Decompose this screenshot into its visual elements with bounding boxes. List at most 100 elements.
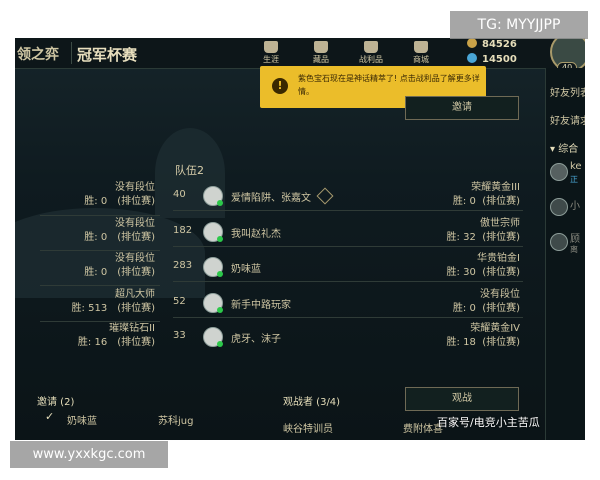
friend-name[interactable]: 顾 xyxy=(570,230,580,245)
wins-label: 胜: 0 xyxy=(452,303,476,314)
spectate-button[interactable]: 观战 xyxy=(405,387,519,411)
team2-player-row[interactable]: 283 奶味蓝 华贵铂金I 胜: 30 (排位赛) xyxy=(173,252,523,282)
row-divider xyxy=(40,285,160,286)
wins-line: 胜: 16 (排位赛) xyxy=(40,336,155,350)
queue-label: (排位赛) xyxy=(482,267,520,278)
team-2-title: 队伍2 xyxy=(175,164,204,177)
player-avatar xyxy=(203,257,223,277)
wins-label: 胜: 0 xyxy=(452,196,476,207)
riot-points-amount: 14500 xyxy=(482,54,517,65)
queue-label: (排位赛) xyxy=(482,303,520,314)
player-rank-block: 荣耀黄金III 胜: 0 (排位赛) xyxy=(453,181,520,209)
player-name: 虎牙、沫子 xyxy=(231,334,281,345)
row-divider xyxy=(173,317,523,318)
team2-player-row[interactable]: 40 爱情陷阱、张嘉文 荣耀黄金III 胜: 0 (排位赛) xyxy=(173,181,523,211)
nav-collection-label: 藏品 xyxy=(313,55,329,64)
player-avatar xyxy=(203,293,223,313)
team2-player-row[interactable]: 33 虎牙、沫子 荣耀黄金IV 胜: 18 (排位赛) xyxy=(173,322,523,352)
game-client-window: 领之弈 冠军杯赛 生涯 藏品 战利品 商城 84526 14500 40 ! 紫… xyxy=(15,38,585,440)
queue-label: (排位赛) xyxy=(482,337,520,348)
queue-label: (排位赛) xyxy=(117,337,155,348)
player-rank-block: 荣耀黄金IV 胜: 18 (排位赛) xyxy=(447,322,520,350)
tooltip-message: 紫色宝石现在是神话精萃了! 点击战利品了解更多详情。 xyxy=(298,74,480,96)
rank-label: 超凡大师 xyxy=(115,289,155,300)
rank-label: 傲世宗师 xyxy=(480,218,520,229)
nav-career[interactable]: 生涯 xyxy=(247,38,295,68)
wins-line: 胜: 0 (排位赛) xyxy=(40,231,155,245)
invites-header: 邀请 (2) xyxy=(37,397,75,408)
wins-label: 胜: 32 xyxy=(446,232,476,243)
friend-avatar[interactable] xyxy=(550,198,568,216)
player-rank-block: 没有段位 胜: 0 (排位赛) xyxy=(453,288,520,316)
queue-label: (排位赛) xyxy=(482,232,520,243)
friend-status: 离 xyxy=(570,245,578,254)
player-level: 52 xyxy=(173,296,186,307)
nav-career-label: 生涯 xyxy=(263,55,279,64)
wins-line: 胜: 0 (排位赛) xyxy=(40,266,155,280)
store-icon xyxy=(414,41,428,53)
blue-essence-amount: 84526 xyxy=(482,39,517,50)
nav-store-label: 商城 xyxy=(413,55,429,64)
blue-essence-display[interactable]: 84526 xyxy=(467,38,517,50)
wins-line: 胜: 513 (排位赛) xyxy=(40,302,155,316)
page-title: 冠军杯赛 xyxy=(77,46,138,64)
friend-name[interactable]: 小 xyxy=(570,197,580,212)
queue-label: (排位赛) xyxy=(117,267,155,278)
player-name: 爱情陷阱、张嘉文 xyxy=(231,193,311,204)
nav-store[interactable]: 商城 xyxy=(397,38,445,68)
rank-label: 璀璨钻石II xyxy=(109,323,155,334)
rank-label: 荣耀黄金IV xyxy=(470,323,520,334)
title-divider xyxy=(71,42,72,64)
friend-requests-header[interactable]: 好友请求 xyxy=(550,112,585,127)
player-avatar xyxy=(203,222,223,242)
invite-entry[interactable]: 苏科jug xyxy=(158,412,193,427)
watermark-url: www.yxxkgc.com xyxy=(10,441,168,468)
player-name: 新手中路玩家 xyxy=(231,300,291,311)
team2-player-row[interactable]: 52 新手中路玩家 没有段位 胜: 0 (排位赛) xyxy=(173,288,523,318)
friend-avatar[interactable] xyxy=(550,233,568,251)
player-level: 40 xyxy=(173,189,186,200)
team1-player-rank-5: 璀璨钻石II 胜: 16 (排位赛) xyxy=(40,322,155,350)
group-header[interactable]: ▾ 综合 xyxy=(550,140,578,155)
row-divider xyxy=(173,210,523,211)
team1-player-rank-1: 没有段位 胜: 0 (排位赛) xyxy=(40,181,155,209)
row-divider xyxy=(40,215,160,216)
riot-points-display[interactable]: 14500 xyxy=(467,53,517,65)
wins-label: 胜: 0 xyxy=(84,232,108,243)
friend-avatar[interactable] xyxy=(550,163,568,181)
watermark-telegram: TG: MYYJJPP xyxy=(450,11,588,39)
player-level: 33 xyxy=(173,330,186,341)
nav-loot[interactable]: 战利品 xyxy=(347,38,395,68)
watermark-baijiahao: 百家号/电竞小主苦瓜 xyxy=(437,416,540,429)
friends-list-header[interactable]: 好友列表 xyxy=(550,84,585,99)
wins-label: 胜: 30 xyxy=(446,267,476,278)
queue-label: (排位赛) xyxy=(482,196,520,207)
player-rank-block: 华贵铂金I 胜: 30 (排位赛) xyxy=(447,252,520,280)
row-divider xyxy=(40,250,160,251)
warning-icon: ! xyxy=(272,78,288,94)
social-panel: 好友列表 好友请求 ▾ 综合 ke 正 小 顾 离 xyxy=(545,68,585,440)
invite-entry[interactable]: 奶味蓝 xyxy=(67,412,97,427)
row-divider xyxy=(173,246,523,247)
player-level: 283 xyxy=(173,260,193,271)
rank-label: 没有段位 xyxy=(480,289,520,300)
riot-points-icon xyxy=(467,53,477,63)
row-divider xyxy=(173,281,523,282)
rank-label: 没有段位 xyxy=(115,253,155,264)
mode-title-partial: 领之弈 xyxy=(17,47,59,63)
team1-player-rank-4: 超凡大师 胜: 513 (排位赛) xyxy=(40,288,155,316)
player-name: 奶味蓝 xyxy=(231,264,261,275)
nav-collection[interactable]: 藏品 xyxy=(297,38,345,68)
player-level: 182 xyxy=(173,225,193,236)
friend-name[interactable]: ke xyxy=(570,161,582,172)
wins-label: 胜: 513 xyxy=(71,303,108,314)
loot-icon xyxy=(364,41,378,53)
checkmark-icon: ✓ xyxy=(45,410,55,423)
spectator-entry[interactable]: 峡谷特训员 xyxy=(283,420,333,435)
player-name: 我叫赵礼杰 xyxy=(231,229,281,240)
player-avatar xyxy=(203,327,223,347)
team1-player-rank-3: 没有段位 胜: 0 (排位赛) xyxy=(40,252,155,280)
invite-button[interactable]: 邀请 xyxy=(405,96,519,120)
wins-line: 胜: 0 (排位赛) xyxy=(40,195,155,209)
team2-player-row[interactable]: 182 我叫赵礼杰 傲世宗师 胜: 32 (排位赛) xyxy=(173,217,523,247)
